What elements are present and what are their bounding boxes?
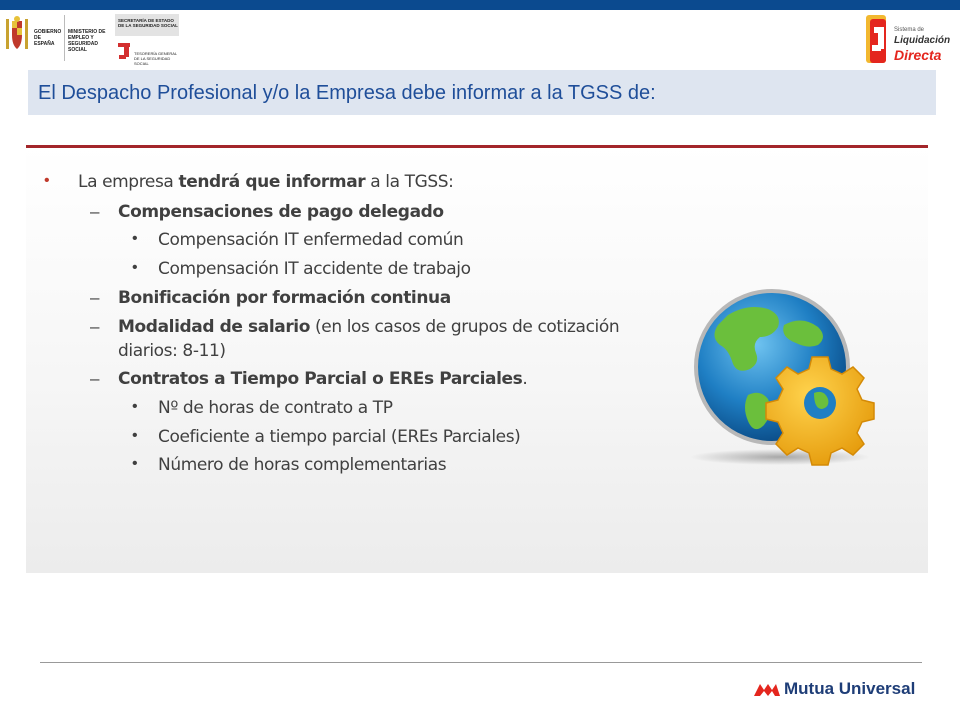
mutua-universal-logo: Mutua Universal	[754, 678, 924, 700]
list-item: Contratos a Tiempo Parcial o EREs Parcia…	[118, 369, 528, 389]
list-item: Compensación IT accidente de trabajo	[158, 259, 471, 279]
liquidacion-directa-logo: Sistema de Liquidación Directa	[864, 13, 954, 67]
intro-bold-text: tendrá que informar	[178, 172, 366, 192]
bullet-icon: •	[132, 398, 138, 415]
gov-text-ministerio: MINISTERIO DE EMPLEO Y SEGURIDAD SOCIAL	[68, 29, 106, 53]
page-title: El Despacho Profesional y/o la Empresa d…	[38, 82, 656, 104]
bullet-icon: •	[132, 427, 138, 444]
sld-text-sistema: Sistema de	[894, 27, 925, 33]
sld-text-liquidacion: Liquidación	[894, 35, 951, 46]
gov-text-secretaria: SECRETARÍA DE ESTADO DE LA SEGURIDAD SOC…	[118, 18, 178, 28]
liquidacion-directa-icon	[866, 15, 886, 63]
item-bold-text: Compensaciones de pago delegado	[118, 202, 444, 222]
dash-icon: –	[90, 369, 100, 388]
item-bold-text: Contratos a Tiempo Parcial o EREs Parcia…	[118, 369, 523, 389]
title-band: El Despacho Profesional y/o la Empresa d…	[28, 70, 936, 115]
intro-pre-text: La empresa	[78, 172, 179, 192]
item-text: (en los casos de grupos de cotización	[310, 317, 620, 337]
government-logo: GOBIERNO DE ESPAÑA MINISTERIO DE EMPLEO …	[2, 13, 180, 66]
dash-icon: –	[90, 202, 100, 221]
list-item: Compensación IT enfermedad común	[158, 230, 464, 250]
list-item: Modalidad de salario (en los casos de gr…	[118, 317, 620, 337]
item-text: .	[522, 369, 528, 389]
list-item: Número de horas complementarias	[158, 455, 447, 475]
bullet-icon: •	[132, 455, 138, 472]
bullet-icon: •	[132, 230, 138, 247]
bullet-icon: •	[44, 172, 50, 189]
mutua-universal-icon	[754, 684, 780, 696]
list-item: Compensaciones de pago delegado	[118, 202, 444, 222]
gov-text-tesoreria: TESORERÍA GENERAL DE LA SEGURIDAD SOCIAL	[134, 51, 177, 66]
list-intro: La empresa tendrá que informar a la TGSS…	[78, 172, 454, 192]
footer-rule	[40, 662, 922, 663]
gov-text-gobierno: GOBIERNO DE ESPAÑA	[34, 29, 62, 47]
list-item-continuation: diarios: 8-11)	[118, 341, 226, 361]
dash-icon: –	[90, 317, 100, 336]
globe-gear-icon	[690, 289, 875, 466]
list-item: Nº de horas de contrato a TP	[158, 398, 393, 418]
bullet-icon: •	[132, 259, 138, 276]
list-item: Coeficiente a tiempo parcial (EREs Parci…	[158, 427, 521, 447]
panel-top-rule	[26, 145, 928, 148]
item-bold-text: Modalidad de salario	[118, 317, 311, 337]
list-item: Bonificación por formación continua	[118, 288, 451, 308]
tgss-icon	[118, 43, 130, 59]
item-bold-text: Bonificación por formación continua	[118, 288, 451, 308]
sld-text-directa: Directa	[894, 47, 942, 63]
dash-icon: –	[90, 288, 100, 307]
brand-name: Mutua Universal	[784, 679, 916, 698]
divider	[64, 15, 65, 61]
intro-post-text: a la TGSS:	[365, 172, 454, 192]
coat-of-arms-icon	[6, 16, 28, 49]
top-bar	[0, 0, 960, 10]
